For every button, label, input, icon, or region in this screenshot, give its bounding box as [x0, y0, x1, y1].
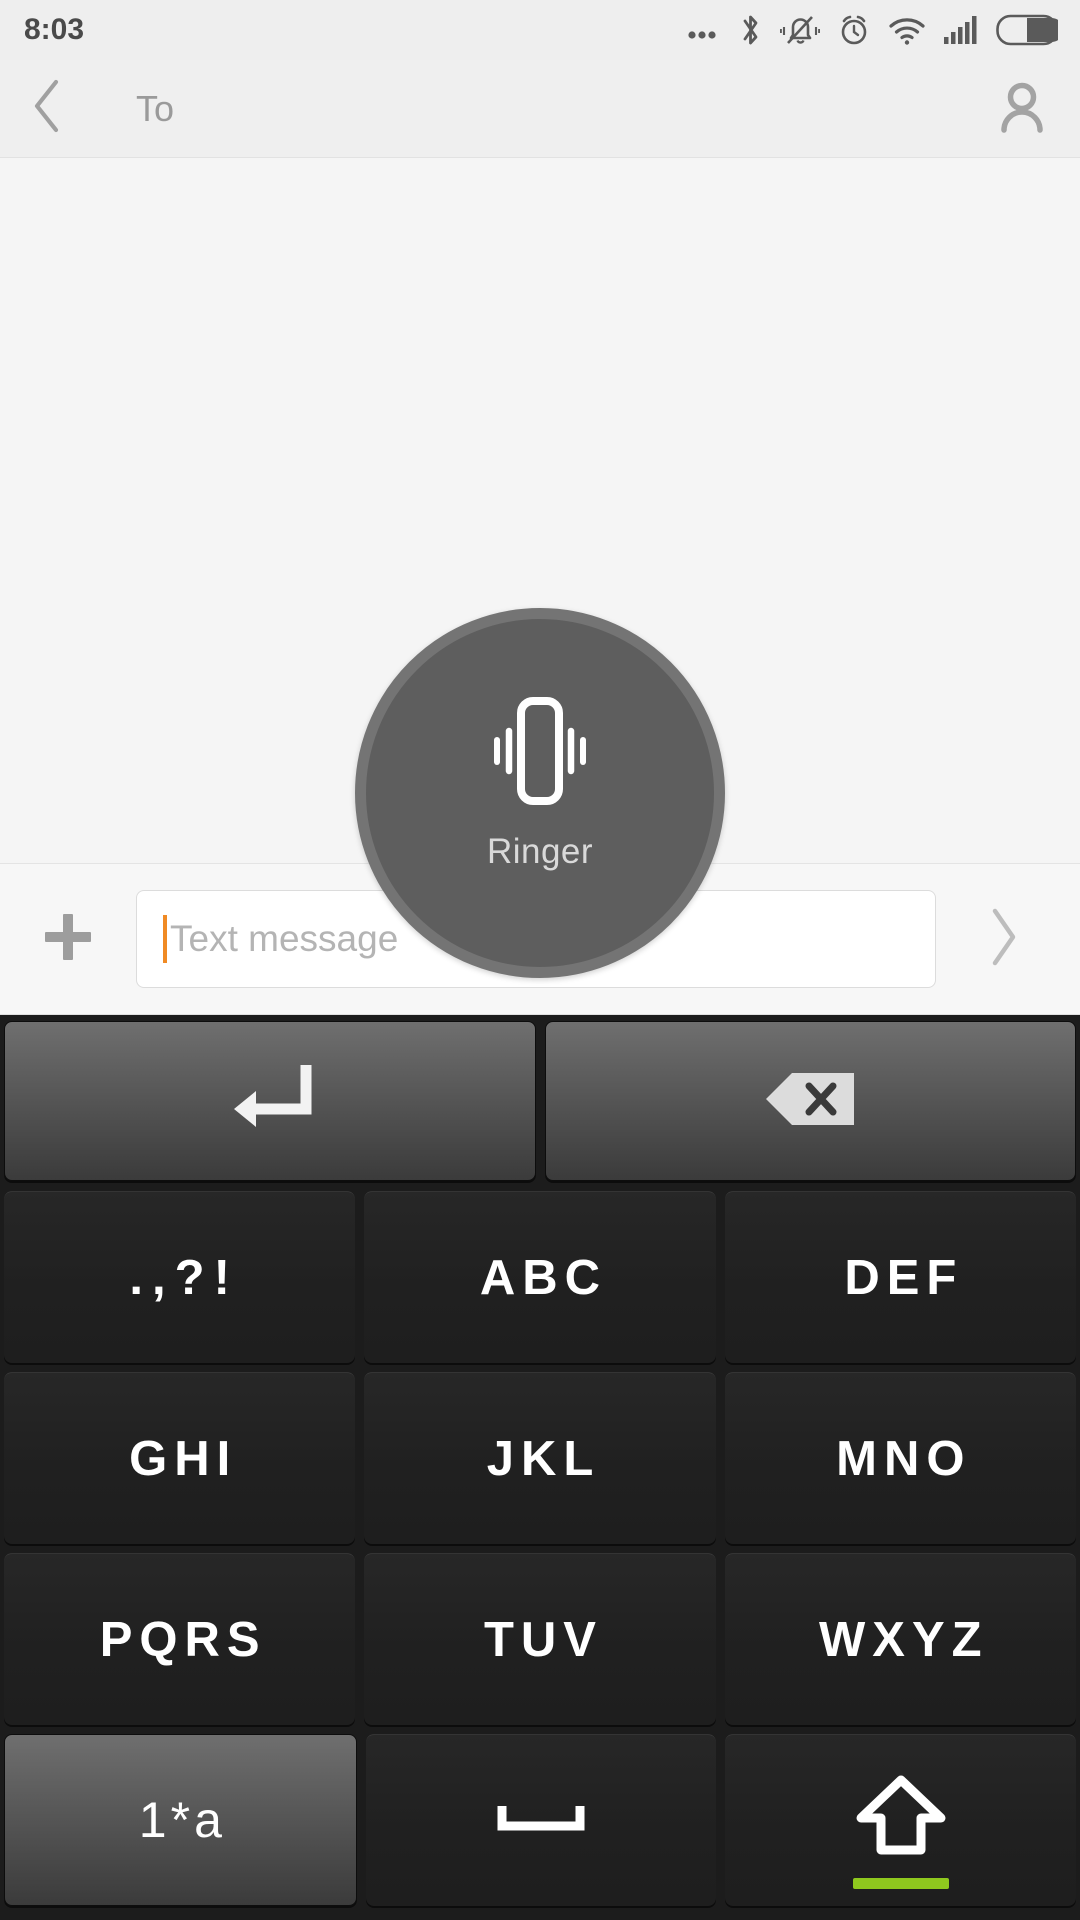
alarm-icon [837, 12, 871, 48]
key-symbols-mode[interactable]: 1*a [4, 1734, 357, 1906]
wifi-icon [888, 15, 926, 45]
enter-arrow-icon [218, 1057, 322, 1146]
vibrate-icon [476, 695, 604, 812]
more-icon [687, 19, 721, 41]
cellular-signal-icon [943, 15, 979, 45]
key-pqrs[interactable]: PQRS [4, 1553, 356, 1725]
message-placeholder: Text message [170, 918, 399, 959]
enter-key[interactable] [4, 1021, 536, 1181]
ringer-mode-overlay: Ringer [355, 608, 725, 978]
key-ghi-label: GHI [129, 1431, 238, 1486]
key-jkl[interactable]: JKL [364, 1372, 716, 1544]
key-def[interactable]: DEF [724, 1191, 1076, 1363]
key-wxyz-label: WXYZ [819, 1612, 989, 1667]
key-mno-label: MNO [836, 1431, 972, 1486]
key-ghi[interactable]: GHI [4, 1372, 356, 1544]
send-button[interactable] [936, 863, 1072, 1015]
key-punctuation[interactable]: .,?! [4, 1191, 356, 1363]
back-chevron-icon [28, 77, 68, 140]
key-pqrs-label: PQRS [99, 1612, 267, 1667]
back-button[interactable] [0, 60, 96, 158]
battery-icon [996, 14, 1058, 46]
shift-up-arrow-icon [855, 1774, 947, 1867]
text-caret [163, 915, 167, 963]
key-tuv-label: TUV [483, 1612, 603, 1667]
compose-header: To [0, 60, 1080, 158]
status-bar: 8:03 [0, 0, 1080, 60]
keyboard-row-3: PQRS TUV WXYZ [4, 1553, 1076, 1725]
key-def-label: DEF [844, 1250, 964, 1305]
vibrate-bell-icon [780, 12, 820, 48]
backspace-icon [762, 1069, 858, 1134]
keyboard-row-2: GHI JKL MNO [4, 1372, 1076, 1544]
status-icon-tray [687, 12, 1058, 48]
keyboard-row-functions [4, 1021, 1076, 1181]
choose-contact-button[interactable] [964, 60, 1080, 158]
key-abc-label: ABC [479, 1250, 608, 1305]
send-chevron-icon [985, 906, 1023, 973]
phone-screen: 8:03 To Text message Ringer .,?! ABC DEF… [0, 0, 1080, 1920]
backspace-key[interactable] [544, 1021, 1076, 1181]
keyboard-row-1: .,?! ABC DEF [4, 1191, 1076, 1363]
key-punctuation-label: .,?! [129, 1250, 239, 1305]
key-abc[interactable]: ABC [364, 1191, 716, 1363]
keyboard-row-4: 1*a [4, 1734, 1077, 1906]
key-tuv[interactable]: TUV [364, 1553, 716, 1725]
key-space[interactable] [365, 1734, 717, 1906]
status-clock: 8:03 [24, 13, 85, 46]
key-shift[interactable] [725, 1734, 1077, 1906]
key-symbols-mode-label: 1*a [138, 1792, 226, 1848]
recipient-field[interactable]: To [96, 60, 964, 158]
key-wxyz[interactable]: WXYZ [724, 1553, 1076, 1725]
person-icon [996, 78, 1048, 139]
key-jkl-label: JKL [486, 1431, 601, 1486]
space-icon [496, 1798, 586, 1843]
plus-icon [41, 910, 95, 969]
recipient-placeholder: To [136, 87, 175, 129]
key-mno[interactable]: MNO [724, 1372, 1076, 1544]
bluetooth-icon [738, 12, 763, 48]
shift-active-indicator [852, 1878, 949, 1889]
t9-keyboard: .,?! ABC DEF GHI JKL MNO PQRS TUV WXYZ 1… [0, 1015, 1080, 1920]
ringer-mode-label: Ringer [486, 832, 594, 871]
attach-button[interactable] [0, 863, 136, 1015]
